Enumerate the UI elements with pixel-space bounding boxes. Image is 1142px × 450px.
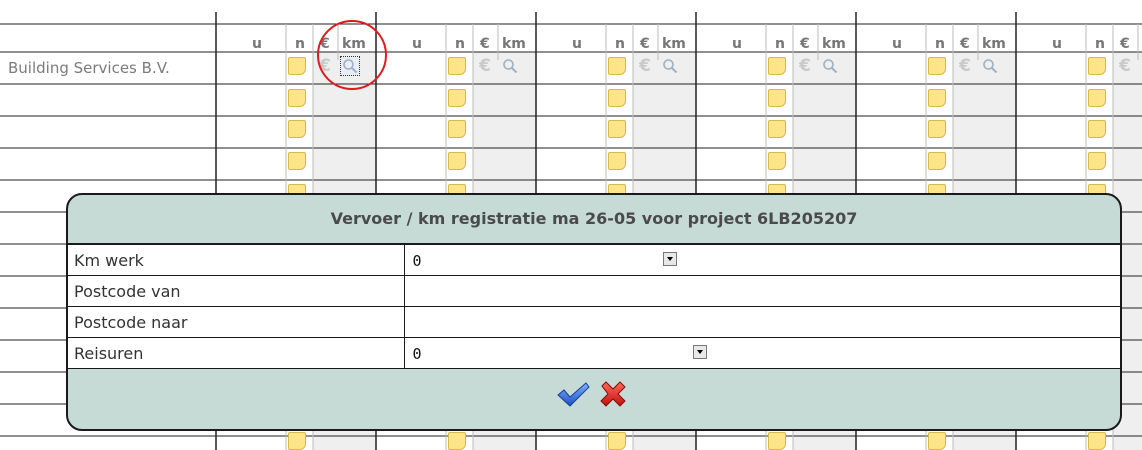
column-header: u <box>412 36 422 52</box>
field-label-postcode-van: Postcode van <box>68 275 405 307</box>
note-icon[interactable] <box>768 432 786 450</box>
note-icon[interactable] <box>768 57 786 75</box>
column-header: n <box>775 36 785 52</box>
km-werk-value: 0 <box>412 251 422 270</box>
magnifier-icon[interactable] <box>821 57 839 75</box>
field-label-reisuren: Reisuren <box>68 337 405 369</box>
note-icon[interactable] <box>1088 57 1106 75</box>
row-label-company: Building Services B.V. <box>8 59 170 77</box>
note-icon[interactable] <box>608 89 626 107</box>
note-icon[interactable] <box>928 120 946 138</box>
reisuren-value: 0 <box>412 344 422 363</box>
column-header: km <box>822 36 846 52</box>
column-header: u <box>1052 36 1062 52</box>
note-icon[interactable] <box>288 432 306 450</box>
magnifier-icon[interactable] <box>661 57 679 75</box>
reisuren-select[interactable]: 0 <box>404 337 1120 369</box>
column-header: € <box>800 36 810 52</box>
highlight-circle <box>317 20 387 90</box>
postcode-van-input[interactable] <box>404 275 1120 307</box>
column-header: n <box>455 36 465 52</box>
red-x-icon[interactable] <box>598 379 628 409</box>
note-icon[interactable] <box>1088 89 1106 107</box>
euro-icon[interactable]: € <box>956 57 974 75</box>
column-header: km <box>662 36 686 52</box>
field-row-postcode-naar: Postcode naar <box>68 306 1120 338</box>
note-icon[interactable] <box>928 152 946 170</box>
dialog-footer <box>68 369 1120 417</box>
note-icon[interactable] <box>768 89 786 107</box>
note-icon[interactable] <box>288 120 306 138</box>
note-icon[interactable] <box>1088 152 1106 170</box>
note-icon[interactable] <box>928 57 946 75</box>
field-row-reisuren: Reisuren 0 <box>68 337 1120 369</box>
chevron-down-icon[interactable] <box>692 345 707 359</box>
km-werk-select[interactable]: 0 <box>404 245 1120 276</box>
field-label-km-werk: Km werk <box>68 245 405 276</box>
checkmark-icon[interactable] <box>556 379 590 409</box>
euro-icon[interactable]: € <box>636 57 654 75</box>
column-header: u <box>892 36 902 52</box>
note-icon[interactable] <box>448 57 466 75</box>
magnifier-icon[interactable] <box>981 57 999 75</box>
note-icon[interactable] <box>448 120 466 138</box>
note-icon[interactable] <box>608 57 626 75</box>
field-row-postcode-van: Postcode van <box>68 275 1120 307</box>
column-header: n <box>295 36 305 52</box>
column-header: € <box>480 36 490 52</box>
column-header: km <box>982 36 1006 52</box>
km-registration-dialog: Vervoer / km registratie ma 26-05 voor p… <box>66 193 1122 431</box>
note-icon[interactable] <box>928 432 946 450</box>
note-icon[interactable] <box>928 89 946 107</box>
column-header: u <box>732 36 742 52</box>
note-icon[interactable] <box>608 432 626 450</box>
note-icon[interactable] <box>1088 432 1106 450</box>
note-icon[interactable] <box>288 57 306 75</box>
column-header: km <box>502 36 526 52</box>
note-icon[interactable] <box>448 89 466 107</box>
postcode-naar-input[interactable] <box>404 306 1120 338</box>
column-header: € <box>1120 36 1130 52</box>
column-header: u <box>572 36 582 52</box>
column-header: n <box>935 36 945 52</box>
note-icon[interactable] <box>448 152 466 170</box>
column-header: € <box>640 36 650 52</box>
note-icon[interactable] <box>288 89 306 107</box>
magnifier-icon[interactable] <box>501 57 519 75</box>
note-icon[interactable] <box>768 120 786 138</box>
note-icon[interactable] <box>288 152 306 170</box>
column-header: n <box>615 36 625 52</box>
column-header: n <box>1095 36 1105 52</box>
euro-icon[interactable]: € <box>1116 57 1134 75</box>
column-header: € <box>960 36 970 52</box>
chevron-down-icon[interactable] <box>662 252 677 266</box>
note-icon[interactable] <box>1088 120 1106 138</box>
field-label-postcode-naar: Postcode naar <box>68 306 405 338</box>
note-icon[interactable] <box>448 432 466 450</box>
column-header: u <box>252 36 262 52</box>
euro-icon[interactable]: € <box>476 57 494 75</box>
field-row-km-werk: Km werk 0 <box>68 245 1120 276</box>
dialog-fields-table: Km werk 0 Postcode van Postcode naar Rei… <box>68 245 1120 369</box>
euro-icon[interactable]: € <box>796 57 814 75</box>
note-icon[interactable] <box>608 120 626 138</box>
note-icon[interactable] <box>608 152 626 170</box>
note-icon[interactable] <box>768 152 786 170</box>
dialog-title: Vervoer / km registratie ma 26-05 voor p… <box>68 195 1120 245</box>
